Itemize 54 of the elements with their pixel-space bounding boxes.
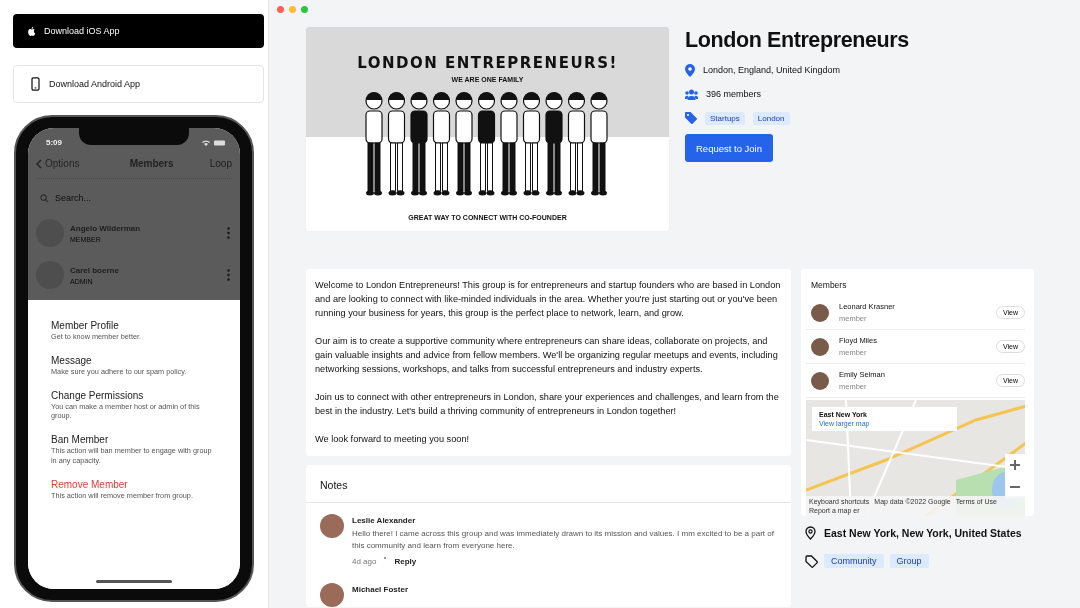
screen-title: Members: [129, 158, 174, 169]
member-name: Carel boerne: [70, 265, 120, 275]
tag[interactable]: London: [752, 111, 790, 125]
note-text: Hello there! I came across this group and was immediately drawn to its mission and values. I mm excited to be a part of this community and learn from everyone here.: [352, 528, 775, 552]
action-label[interactable]: Ban Member: [51, 434, 230, 446]
reply-link[interactable]: Reply: [394, 557, 417, 566]
more-icon[interactable]: [227, 227, 230, 239]
member-name: Angelo Wilderman: [70, 223, 142, 233]
search-icon: [40, 193, 49, 203]
avatar: [811, 303, 829, 322]
tag-icon: [685, 112, 697, 124]
note-time: 4d ago: [352, 557, 377, 566]
avatar: [811, 337, 829, 356]
minimize-icon[interactable]: [289, 6, 296, 13]
join-button[interactable]: Request to Join: [685, 134, 773, 162]
more-icon[interactable]: [227, 269, 230, 281]
search-field[interactable]: Search...: [55, 193, 175, 203]
note-author: Michael Foster: [352, 585, 408, 594]
avatar: [811, 371, 829, 390]
group-title: London Entrepreneurs: [685, 28, 909, 53]
back-chevron-icon[interactable]: [36, 158, 42, 169]
paragraph: Our aim is to create a supportive community where entrepreneurs can share ideas, collaborate on projects, and gain valuable insights and advice from fellow members. We'll be organizing regular meetups and events, including networking sessions, workshops, and talks from successful entrepreneurs and industry experts.: [315, 335, 779, 376]
status-time: 5:09: [46, 138, 62, 147]
action-label[interactable]: Member Profile: [51, 320, 230, 331]
banner-heading: LONDON ENTREPRENEURS!: [357, 54, 618, 72]
note-author: Leslie Alexander: [352, 516, 417, 525]
member-count: 396 members: [706, 89, 762, 99]
avatar: [320, 514, 344, 538]
download-ios-button[interactable]: Download iOS App: [13, 14, 264, 48]
tag[interactable]: Startups: [705, 111, 745, 125]
notes-title: Notes: [306, 465, 791, 503]
location-pin-icon: [805, 526, 816, 540]
location-pin-icon: [685, 63, 695, 77]
avatar: [320, 583, 344, 607]
smartphone-icon: [31, 77, 40, 91]
tag[interactable]: Group: [889, 554, 929, 568]
group-address: East New York, New York, United States: [824, 527, 1022, 539]
separator-dot-icon: [384, 557, 387, 559]
close-icon[interactable]: [277, 6, 284, 13]
members-title: Members: [810, 280, 848, 290]
action-label[interactable]: Remove Member: [51, 478, 230, 490]
apple-icon: [27, 25, 37, 37]
people-icon: [685, 88, 698, 100]
tag-icon: [805, 554, 818, 568]
maximize-icon[interactable]: [301, 6, 308, 13]
paragraph: We look forward to meeting you soon!: [315, 433, 471, 446]
action-label[interactable]: Change Permissions: [51, 390, 230, 402]
paragraph: Join us to connect with other entrepreneurs in London, share your experiences and challenges, and learn from the best in the industry. Let's build a thriving community of entrepreneurs in London together!: [315, 391, 780, 418]
tag[interactable]: Community: [824, 554, 884, 568]
paragraph: Welcome to London Entrepreneurs! This group is for entrepreneurs and startup founders who are based in London and are looking to connect with like-minded individuals in the area. Whether you're just starting out or you've been running your business for years, this group is the perfect place to network, learn, and grow.: [315, 279, 781, 320]
group-location: London, England, United Kingdom: [703, 65, 841, 75]
plus-icon: [1010, 460, 1020, 470]
action-label[interactable]: Message: [51, 355, 230, 367]
download-android-button[interactable]: Download Android App: [13, 65, 264, 103]
